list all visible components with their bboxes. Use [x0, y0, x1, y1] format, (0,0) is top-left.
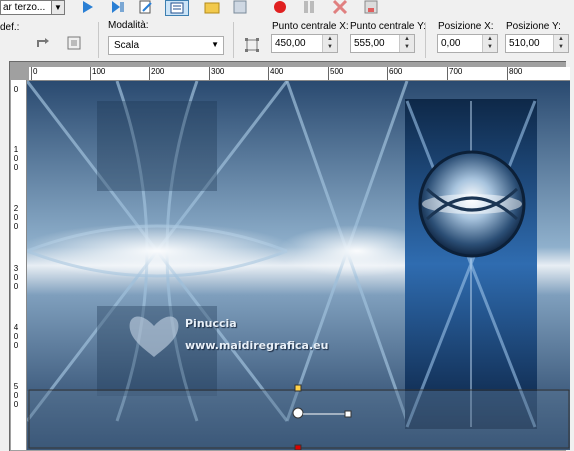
top-toolbar: ar terzo... ▼ [0, 0, 574, 19]
ruler-label: 0 [13, 163, 19, 172]
right-panel [405, 99, 537, 429]
spinner-icon[interactable]: ▲ ▼ [322, 35, 337, 52]
ruler-label: 0 [13, 391, 19, 400]
ruler-label: 0 [13, 154, 19, 163]
ruler-label: 0 [13, 85, 19, 94]
mode-select[interactable]: Scala ▼ [108, 36, 224, 55]
center-x-field[interactable]: 450,00 ▲ ▼ [271, 34, 338, 53]
ruler-label: 0 [13, 213, 19, 222]
image-canvas[interactable] [27, 81, 570, 450]
ruler-label: 4 [13, 323, 19, 332]
ruler-label: 0 [13, 222, 19, 231]
spinner-icon[interactable]: ▲ ▼ [482, 35, 497, 52]
preset-value: ar terzo... [3, 2, 46, 13]
position-x-field[interactable]: 0,00 ▲ ▼ [437, 34, 498, 53]
ruler-label: 400 [270, 67, 284, 76]
list-icon [170, 2, 184, 14]
play-icon[interactable] [78, 0, 96, 14]
save-preset-icon[interactable] [66, 35, 82, 51]
ruler-label: 0 [13, 282, 19, 291]
preset-combo[interactable]: ar terzo... [0, 0, 52, 15]
save-script-icon[interactable] [362, 0, 380, 14]
horizontal-ruler: 0 100 200 300 400 500 600 700 800 [29, 67, 570, 81]
preset-dropdown-button[interactable]: ▼ [51, 0, 65, 15]
cancel-icon[interactable] [331, 0, 349, 14]
tool-options-bar: def.: Modalità: Scala ▼ Punto centrale X… [0, 18, 574, 60]
ruler-label: 5 [13, 382, 19, 391]
options-separator [233, 22, 234, 58]
vertical-ruler: 0 1 0 0 2 0 0 3 0 0 4 0 0 5 0 0 [11, 80, 27, 450]
edit-script-icon[interactable] [137, 0, 155, 14]
chevron-down-icon: ▼ [211, 40, 219, 49]
watermark-name: Pinuccia [185, 317, 237, 330]
ruler-label: 0 [13, 400, 19, 409]
center-y-value: 555,00 [354, 38, 385, 49]
ruler-label: 0 [33, 67, 38, 76]
glass-sphere [418, 150, 526, 258]
ruler-label: 600 [389, 67, 403, 76]
position-y-label: Posizione Y: [506, 21, 561, 32]
ruler-label: 0 [13, 341, 19, 350]
center-x-label: Punto centrale X: [272, 21, 349, 32]
ruler-label: 700 [449, 67, 463, 76]
ruler-label: 0 [13, 273, 19, 282]
pause-icon[interactable] [300, 0, 318, 14]
mode-value: Scala [114, 40, 140, 51]
position-y-field[interactable]: 510,00 ▲ ▼ [505, 34, 569, 53]
ruler-label: 2 [13, 204, 19, 213]
step-play-icon[interactable] [108, 0, 126, 14]
position-x-value: 0,00 [441, 38, 461, 49]
center-y-field[interactable]: 555,00 ▲ ▼ [350, 34, 415, 53]
reset-icon[interactable] [35, 35, 51, 51]
ruler-label: 500 [330, 67, 344, 76]
position-x-label: Posizione X: [438, 21, 494, 32]
watermark-site: www.maidiregrafica.eu [185, 339, 329, 352]
options-separator [98, 22, 99, 58]
folder-icon[interactable] [203, 0, 221, 14]
record-icon[interactable] [271, 0, 289, 14]
ruler-label: 300 [211, 67, 225, 76]
spinner-icon[interactable]: ▲ ▼ [553, 35, 568, 52]
mode-label: Modalità: [108, 20, 149, 31]
ruler-label: 800 [509, 67, 523, 76]
ruler-label: 200 [151, 67, 165, 76]
blank-script-icon[interactable] [231, 0, 249, 14]
script-list-button[interactable] [165, 0, 189, 16]
ruler-label: 1 [13, 145, 19, 154]
ruler-label: 0 [13, 332, 19, 341]
center-y-label: Punto centrale Y: [350, 21, 426, 32]
ruler-label: 100 [92, 67, 106, 76]
position-y-value: 510,00 [509, 38, 540, 49]
center-point-icon[interactable] [244, 37, 260, 53]
center-x-value: 450,00 [275, 38, 306, 49]
spinner-icon[interactable]: ▲ ▼ [399, 35, 414, 52]
options-separator [425, 22, 426, 58]
ruler-label: 3 [13, 264, 19, 273]
preset-label: def.: [0, 22, 20, 33]
